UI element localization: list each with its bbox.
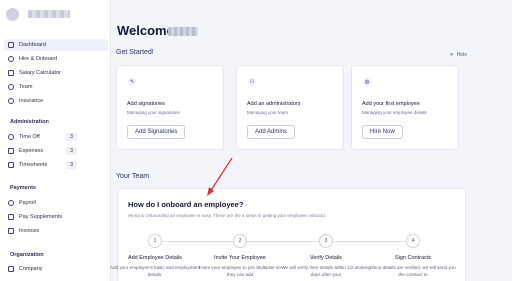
globe-icon: [8, 56, 14, 62]
sidebar-item-company[interactable]: Company: [4, 263, 108, 275]
steps-connector: [155, 241, 415, 242]
sidebar-item-pay-supplements[interactable]: Pay Supplements: [4, 211, 108, 223]
page-title: Welcome: [117, 23, 174, 38]
step-title: Invite Your Employee: [214, 255, 266, 261]
sidebar-item-timesheets[interactable]: Timesheets 3: [4, 159, 108, 171]
sidebar-item-label: Company: [19, 266, 43, 272]
card-add-administrators: ⚇ Add an administrators Managing your te…: [236, 65, 344, 150]
step-title: Verify Details: [309, 255, 343, 261]
company-name-redacted: [28, 10, 70, 18]
sidebar-item-label: Insurance: [19, 98, 44, 104]
sidebar-item-label: Expenses: [19, 148, 44, 154]
add-signatories-button[interactable]: Add Signatories: [127, 125, 186, 139]
step-description: Add your employee's basic and employment…: [110, 265, 200, 277]
sidebar-item-label: Hire & Onboard: [19, 56, 58, 62]
get-started-heading: Get Started!: [116, 49, 154, 56]
step-number: 2: [233, 234, 247, 248]
count-badge: 3: [66, 161, 77, 169]
company-logo: [6, 8, 19, 21]
card-add-employee: ◍ Add your first employee Managing your …: [351, 65, 459, 150]
onboard-subtitle: Hiring & Onboarding an employee is easy.…: [128, 213, 326, 218]
sidebar-item-label: Invoices: [19, 228, 40, 234]
hide-button[interactable]: ✕ Hide: [450, 52, 468, 58]
sidebar-item-insurance[interactable]: Insurance: [4, 95, 108, 107]
step-description: We will verify their details within 1/2 …: [281, 265, 371, 277]
clock-icon: [8, 134, 14, 140]
sidebar-item-label: Salary Calculator: [19, 70, 61, 76]
sidebar-item-label: Timesheets: [19, 162, 48, 168]
payroll-icon: [8, 200, 14, 206]
receipt-icon: [8, 148, 14, 154]
invoice-icon: [8, 228, 14, 234]
sidebar-item-label: Team: [19, 84, 33, 90]
sidebar-item-team[interactable]: Team: [4, 81, 108, 93]
onboard-guide-panel: How do I onboard an employee? Hiring & O…: [110, 188, 466, 281]
building-icon: [8, 266, 14, 272]
globe-icon: ◍: [363, 78, 371, 86]
sidebar-item-label: Payroll: [19, 200, 36, 206]
sidebar-item-label: Time Off: [19, 134, 40, 140]
count-badge: 3: [66, 147, 77, 155]
section-administration: Administration: [10, 119, 49, 125]
sidebar-item-expenses[interactable]: Expenses 3: [4, 145, 108, 157]
card-subtitle: Managing your team: [247, 110, 289, 115]
sidebar-item-time-off[interactable]: Time Off 3: [4, 131, 108, 143]
users-icon: [8, 84, 14, 90]
onboard-title: How do I onboard an employee?: [128, 200, 244, 209]
hide-label: Hide: [456, 52, 467, 58]
card-title: Add an administrators: [247, 101, 301, 107]
hire-now-button[interactable]: Hire Now: [362, 125, 403, 139]
step-number: 1: [148, 234, 162, 248]
your-team-heading: Your Team: [116, 173, 150, 180]
card-title: Add your first employee: [362, 101, 420, 107]
count-badge: 3: [66, 133, 77, 141]
card-add-signatories: ✎ Add signatories Managing your signator…: [116, 65, 224, 150]
user-name-redacted: [168, 27, 198, 36]
step-number: 3: [319, 234, 333, 248]
signature-icon: ✎: [128, 78, 136, 86]
sidebar-item-label: Dashboard: [19, 42, 46, 48]
section-payments: Payments: [10, 185, 36, 191]
section-organization: Organization: [10, 252, 44, 258]
sidebar: Dashboard Hire & Onboard Salary Calculat…: [0, 0, 111, 281]
sidebar-item-salary-calculator[interactable]: Salary Calculator: [4, 67, 108, 79]
step-description: Invite your employee to join Multiplier …: [199, 265, 281, 277]
card-subtitle: Managing your employee details: [362, 110, 427, 115]
step-number: 4: [406, 234, 420, 248]
step-title: Add Employee Details: [127, 255, 183, 261]
step-title: Sign Contracts: [394, 255, 432, 261]
sidebar-item-dashboard[interactable]: Dashboard: [4, 39, 108, 51]
shield-icon: [8, 98, 14, 104]
sidebar-item-invoices[interactable]: Invoices: [4, 225, 108, 237]
card-title: Add signatories: [127, 101, 165, 107]
calculator-icon: [8, 70, 14, 76]
wallet-icon: [8, 214, 14, 220]
grid-icon: [8, 42, 14, 48]
admin-icon: ⚇: [248, 78, 256, 86]
sidebar-item-label: Pay Supplements: [19, 214, 63, 220]
calendar-icon: [8, 162, 14, 168]
step-description: Once details are verified, we will send …: [370, 265, 456, 277]
sidebar-item-hire-onboard[interactable]: Hire & Onboard: [4, 53, 108, 65]
main-content: Welcome Get Started! ✕ Hide ✎ Add signat…: [110, 0, 512, 281]
close-icon: ✕: [449, 52, 454, 58]
add-admins-button[interactable]: Add Admins: [247, 125, 296, 139]
sidebar-item-payroll[interactable]: Payroll: [4, 197, 108, 209]
card-subtitle: Managing your signatories: [127, 110, 180, 115]
